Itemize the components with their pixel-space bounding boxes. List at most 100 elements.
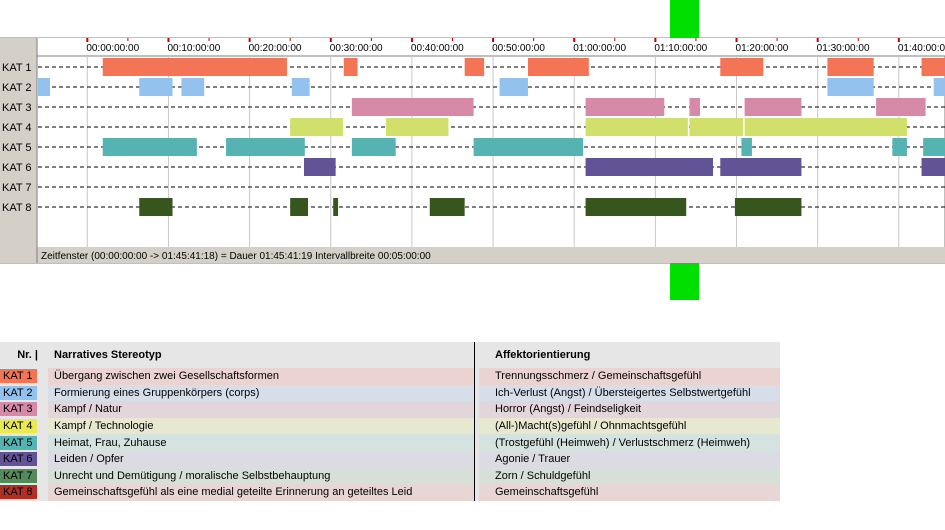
timeline-segment[interactable]	[744, 158, 802, 176]
legend-stereotyp: Übergang zwischen zwei Gesellschaftsform…	[48, 368, 475, 385]
timeline-segment[interactable]	[827, 78, 874, 96]
timeline-segment[interactable]	[473, 138, 584, 156]
row-label: KAT 7	[2, 182, 32, 194]
legend-stereotyp: Gemeinschaftsgefühl als eine medial gete…	[48, 484, 475, 501]
legend-affekt: Gemeinschaftsgefühl	[479, 484, 780, 501]
legend-affekt: (All-)Macht(s)gefühl / Ohnmachtsgefühl	[479, 417, 780, 435]
tick-label: 01:20:00:00	[736, 43, 789, 54]
row-label: KAT 8	[2, 202, 32, 214]
timeline-segment[interactable]	[921, 158, 945, 176]
legend-table: Nr. | Narratives Stereotyp Affektorienti…	[0, 342, 780, 501]
legend-stereotyp: Kampf / Natur	[48, 401, 475, 418]
row-label: KAT 2	[2, 82, 32, 94]
timeline-segment[interactable]	[290, 198, 309, 216]
legend-kat-badge: KAT 6	[0, 452, 37, 467]
legend-affekt: (Trostgefühl (Heimweh) / Verlustschmerz …	[479, 434, 780, 451]
timeline-segment[interactable]	[720, 58, 764, 76]
timeline-segment[interactable]	[429, 198, 465, 216]
row-label: KAT 5	[2, 142, 32, 154]
timeline-segment[interactable]	[333, 198, 339, 216]
legend-stereotyp: Formierung eines Gruppenkörpers (corps)	[48, 384, 475, 402]
tick-label: 00:40:00:00	[411, 43, 464, 54]
legend-affekt: Zorn / Schuldgefühl	[479, 467, 780, 485]
timeline-segment[interactable]	[741, 138, 752, 156]
timeline-segment[interactable]	[744, 98, 802, 116]
tick-label: 00:00:00:00	[86, 43, 139, 54]
tick-label: 00:50:00:00	[492, 43, 545, 54]
timeline-segment[interactable]	[343, 58, 358, 76]
tick-label: 00:10:00:00	[167, 43, 220, 54]
timeline-segment[interactable]	[585, 198, 687, 216]
legend-affekt: Trennungsschmerz / Gemeinschaftsgefühl	[479, 368, 780, 385]
timeline-segment[interactable]	[827, 58, 874, 76]
legend-kat-badge: KAT 2	[0, 385, 37, 400]
row-label: KAT 4	[2, 122, 32, 134]
playhead-marker-bottom[interactable]	[670, 263, 699, 300]
timeline-segment[interactable]	[689, 118, 744, 136]
legend-affekt: Ich-Verlust (Angst) / Übersteigertes Sel…	[479, 384, 780, 402]
timeline-segment[interactable]	[720, 158, 748, 176]
legend-stereotyp: Leiden / Opfer	[48, 450, 475, 468]
timeline-segment[interactable]	[464, 58, 485, 76]
legend-kat-badge: KAT 4	[0, 419, 37, 434]
legend-row: KAT 6 Leiden / Opfer Agonie / Trauer	[0, 450, 780, 468]
timeline-segment[interactable]	[102, 138, 197, 156]
legend-stereotyp: Unrecht und Demütigung / moralische Selb…	[48, 467, 475, 485]
tick-label: 00:30:00:00	[330, 43, 383, 54]
tick-label: 00:20:00:00	[249, 43, 302, 54]
timeline-segment[interactable]	[351, 98, 474, 116]
legend-kat-badge: KAT 8	[0, 485, 37, 500]
timeline-segment[interactable]	[385, 118, 449, 136]
timeline-segment[interactable]	[585, 158, 713, 176]
timeline-segment[interactable]	[102, 58, 287, 76]
tick-label: 01:10:00:00	[654, 43, 707, 54]
legend-affekt: Horror (Angst) / Feindseligkeit	[479, 401, 780, 418]
legend-kat-badge: KAT 7	[0, 468, 37, 483]
legend-row: KAT 7 Unrecht und Demütigung / moralische…	[0, 467, 780, 485]
row-label: KAT 3	[2, 102, 32, 114]
timeline-segment[interactable]	[585, 118, 688, 136]
timeline-segment[interactable]	[876, 98, 926, 116]
timeline-segment[interactable]	[527, 58, 589, 76]
timeline-segment[interactable]	[923, 138, 945, 156]
legend-affekt: Agonie / Trauer	[479, 450, 780, 468]
legend-kat-badge: KAT 1	[0, 369, 37, 384]
tick-label: 01:00:00:00	[573, 43, 626, 54]
tick-label: 01:30:00:00	[817, 43, 870, 54]
timeline-segment[interactable]	[291, 78, 310, 96]
timeline-segment[interactable]	[303, 158, 336, 176]
timeline-segment[interactable]	[744, 198, 802, 216]
timeline-segment[interactable]	[499, 78, 528, 96]
timeline-segment[interactable]	[226, 138, 305, 156]
legend-row: KAT 3 Kampf / Natur Horror (Angst) / Feind…	[0, 401, 780, 418]
timeline-segment[interactable]	[290, 118, 343, 136]
tick-label: 01:40:00:00	[898, 43, 945, 54]
legend-header-row: Nr. | Narratives Stereotyp Affektorienti…	[0, 342, 780, 368]
timeline-segment[interactable]	[181, 78, 205, 96]
legend-stereotyp: Kampf / Technologie	[48, 417, 475, 435]
timeline-segment[interactable]	[921, 58, 945, 76]
row-label: KAT 1	[2, 62, 32, 74]
timeline-segment[interactable]	[139, 78, 173, 96]
row-label: KAT 6	[2, 162, 32, 174]
legend-stereotyp: Heimat, Frau, Zuhause	[48, 434, 475, 451]
legend-row: KAT 4 Kampf / Technologie (All-)Macht(s)ge…	[0, 417, 780, 435]
timeline-segment[interactable]	[585, 98, 665, 116]
timeline-segment[interactable]	[744, 118, 907, 136]
legend-row: KAT 5 Heimat, Frau, Zuhause (Trostgefühl (…	[0, 434, 780, 451]
legend-header-stereotyp: Narratives Stereotyp	[54, 349, 162, 361]
legend-kat-badge: KAT 5	[0, 435, 37, 450]
timeline-segment[interactable]	[933, 78, 945, 96]
timeline-segment[interactable]	[139, 198, 173, 216]
playhead-marker-top[interactable]	[670, 0, 699, 38]
timeline-segment[interactable]	[892, 138, 907, 156]
legend-row: KAT 8 Gemeinschaftsgefühl als eine medial…	[0, 484, 780, 501]
legend-header-affekt: Affektorientierung	[495, 349, 591, 361]
timeline-segment[interactable]	[689, 98, 701, 116]
legend-kat-badge: KAT 3	[0, 402, 37, 417]
legend-header-nr: Nr. |	[17, 349, 38, 361]
timeline-segment[interactable]	[351, 138, 396, 156]
timeline-chart: 00:00:00:00 00:10:00:00 00:20:00:00 00:30:0…	[0, 0, 945, 300]
timeline-segment[interactable]	[38, 78, 50, 96]
legend-row: KAT 1 Übergang zwischen zwei Gesellschaft…	[0, 368, 780, 385]
